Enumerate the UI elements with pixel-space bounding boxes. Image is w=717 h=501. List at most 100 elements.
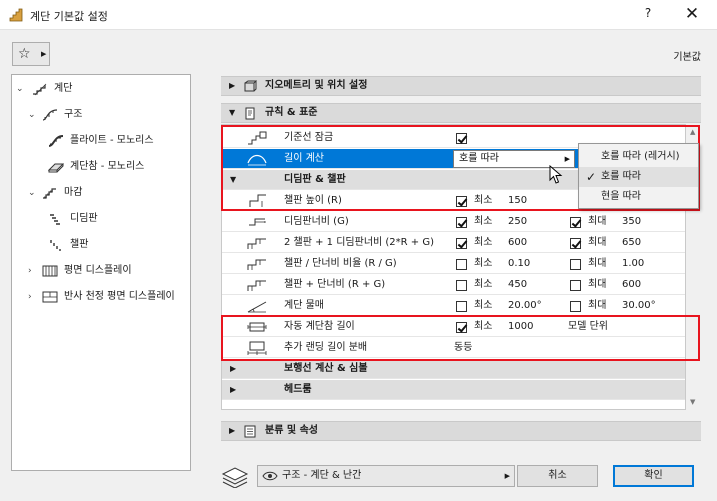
collapse-arrow-icon: ▼ [229,108,236,117]
max-value[interactable]: 30.00° [622,296,656,315]
close-button[interactable]: ✕ [680,4,704,26]
lock-stair-icon [248,131,267,145]
menu-item-chord[interactable]: 현을 따라 [579,187,698,207]
min-value[interactable]: 250 [508,212,527,231]
landing-distribution-icon [247,341,267,355]
title-bar: 계단 기본값 설정 ? ✕ [0,0,717,30]
menu-item-arc-legacy[interactable]: 호를 따라 (레거시) [579,147,698,167]
ok-button[interactable]: 확인 [613,465,694,487]
expand-toggle[interactable]: › [28,261,40,281]
structure-icon [42,109,58,121]
ceiling-plan-icon [42,291,58,303]
expand-arrow-icon: ▶ [230,364,237,373]
row-riser-plus-tread[interactable]: 챌판 + 단너비 (R + G) 최소 450 최대 600 [222,275,685,295]
scroll-up-icon[interactable]: ▲ [690,128,695,136]
menu-item-arc[interactable]: ✓ 호를 따라 [579,167,698,187]
geometry-icon [244,80,257,92]
expand-arrow-icon: ▶ [229,426,236,435]
chevron-right-icon: ▶ [41,50,47,58]
sum-max-checkbox[interactable] [570,280,581,291]
min-value[interactable]: 1000 [508,317,533,336]
help-button[interactable]: ? [636,6,660,24]
distribution-value[interactable]: 동등 [454,338,472,357]
tread-depth-min-checkbox[interactable] [456,217,467,228]
max-value[interactable]: 650 [622,233,641,252]
expand-toggle[interactable]: ⌄ [16,79,28,99]
row-name: 디딤판너비 (G) [284,216,349,227]
section-classification[interactable]: ▶ 분류 및 속성 [221,421,701,441]
min-value[interactable]: 450 [508,275,527,294]
expand-toggle[interactable]: ⌄ [28,183,40,203]
slope-min-checkbox[interactable] [456,301,467,312]
layer-selector[interactable]: 구조 - 계단 & 난간 ▶ [257,465,515,487]
expand-toggle[interactable]: ⌄ [28,105,40,125]
tree-item-label: 플라이트 - 모노리스 [70,135,154,146]
row-two-riser-plus-tread[interactable]: 2 챌판 + 1 디딤판너비 (2*R + G) 최소 600 최대 650 [222,233,685,253]
min-label: 최소 [474,258,493,269]
tread-depth-icon [249,218,266,226]
max-value[interactable]: 350 [622,212,641,231]
tree-item-label: 평면 디스플레이 [64,265,132,276]
slope-icon [247,301,267,313]
menu-item-label: 호를 따라 (레거시) [601,151,680,162]
landing-icon [48,163,64,173]
stair-app-icon [9,8,23,22]
two-riser-max-checkbox[interactable] [570,238,581,249]
row-name: 2 챌판 + 1 디딤판너비 (2*R + G) [284,237,434,248]
min-label: 최소 [474,321,493,332]
menu-item-label: 현을 따라 [601,191,641,202]
row-name: 기준선 잠금 [284,132,334,143]
row-auto-landing-length[interactable]: 자동 계단참 길이 최소 1000 모델 단위 [222,317,685,337]
star-icon: ☆ [18,46,31,62]
tree-item-label: 계단참 - 모노리스 [70,161,145,172]
scroll-down-icon[interactable]: ▼ [690,398,695,406]
section-title: 지오메트리 및 위치 설정 [265,80,368,91]
rules-icon [245,107,255,120]
window-title: 계단 기본값 설정 [30,10,108,23]
row-name: 챌판 높이 (R) [284,195,342,206]
riser-height-icon [249,194,266,207]
riser-height-min-checkbox[interactable] [456,196,467,207]
min-value[interactable]: 600 [508,233,527,252]
section-rules[interactable]: ▼ 규칙 & 표준 [221,103,701,123]
chevron-right-icon: ▶ [564,155,570,163]
min-value[interactable]: 150 [508,191,527,210]
section-title: 규칙 & 표준 [265,107,318,118]
slope-max-checkbox[interactable] [570,301,581,312]
row-walkline-header[interactable]: ▶ 보행선 계산 & 심볼 [222,359,685,379]
row-headroom-header[interactable]: ▶ 헤드룸 [222,380,685,400]
max-value[interactable]: 600 [622,275,641,294]
min-value[interactable]: 20.00° [508,296,542,315]
sum-min-checkbox[interactable] [456,280,467,291]
two-riser-min-checkbox[interactable] [456,238,467,249]
row-name: 길이 계산 [284,153,324,164]
section-geometry[interactable]: ▶ 지오메트리 및 위치 설정 [221,76,701,96]
auto-landing-checkbox[interactable] [456,322,467,333]
cancel-button[interactable]: 취소 [517,465,598,487]
row-riser-tread-ratio[interactable]: 챌판 / 단너비 비율 (R / G) 최소 0.10 최대 1.00 [222,254,685,274]
riser-icon [50,240,61,251]
min-value[interactable]: 0.10 [508,254,530,273]
row-stair-slope[interactable]: 계단 물매 최소 20.00° 최대 30.00° [222,296,685,316]
ratio-min-checkbox[interactable] [456,259,467,270]
footer-bar: 구조 - 계단 & 난간 ▶ 취소 확인 [221,464,701,490]
chevron-right-icon: ▶ [504,472,510,480]
favorites-button[interactable]: ☆ ▶ [12,42,50,66]
layers-icon [221,467,249,488]
expand-arrow-icon: ▶ [229,81,236,90]
min-label: 최소 [474,300,493,311]
checkmark-icon: ✓ [586,170,597,184]
ratio-max-checkbox[interactable] [570,259,581,270]
row-extra-landing-distribution[interactable]: 추가 랜딩 길이 분배 동등 [222,338,685,358]
baseline-lock-checkbox[interactable] [456,133,467,144]
row-tread-depth[interactable]: 디딤판너비 (G) 최소 250 최대 350 [222,212,685,232]
max-label: 최대 [588,300,607,311]
max-value[interactable]: 1.00 [622,254,644,273]
step-formula-icon [247,238,266,249]
max-label: 최대 [588,216,607,227]
tread-depth-max-checkbox[interactable] [570,217,581,228]
stair-icon [33,83,47,96]
section-title: 분류 및 속성 [265,425,318,436]
length-calculation-menu: 호를 따라 (레거시) ✓ 호를 따라 현을 따라 [578,143,699,209]
expand-toggle[interactable]: › [28,287,40,307]
